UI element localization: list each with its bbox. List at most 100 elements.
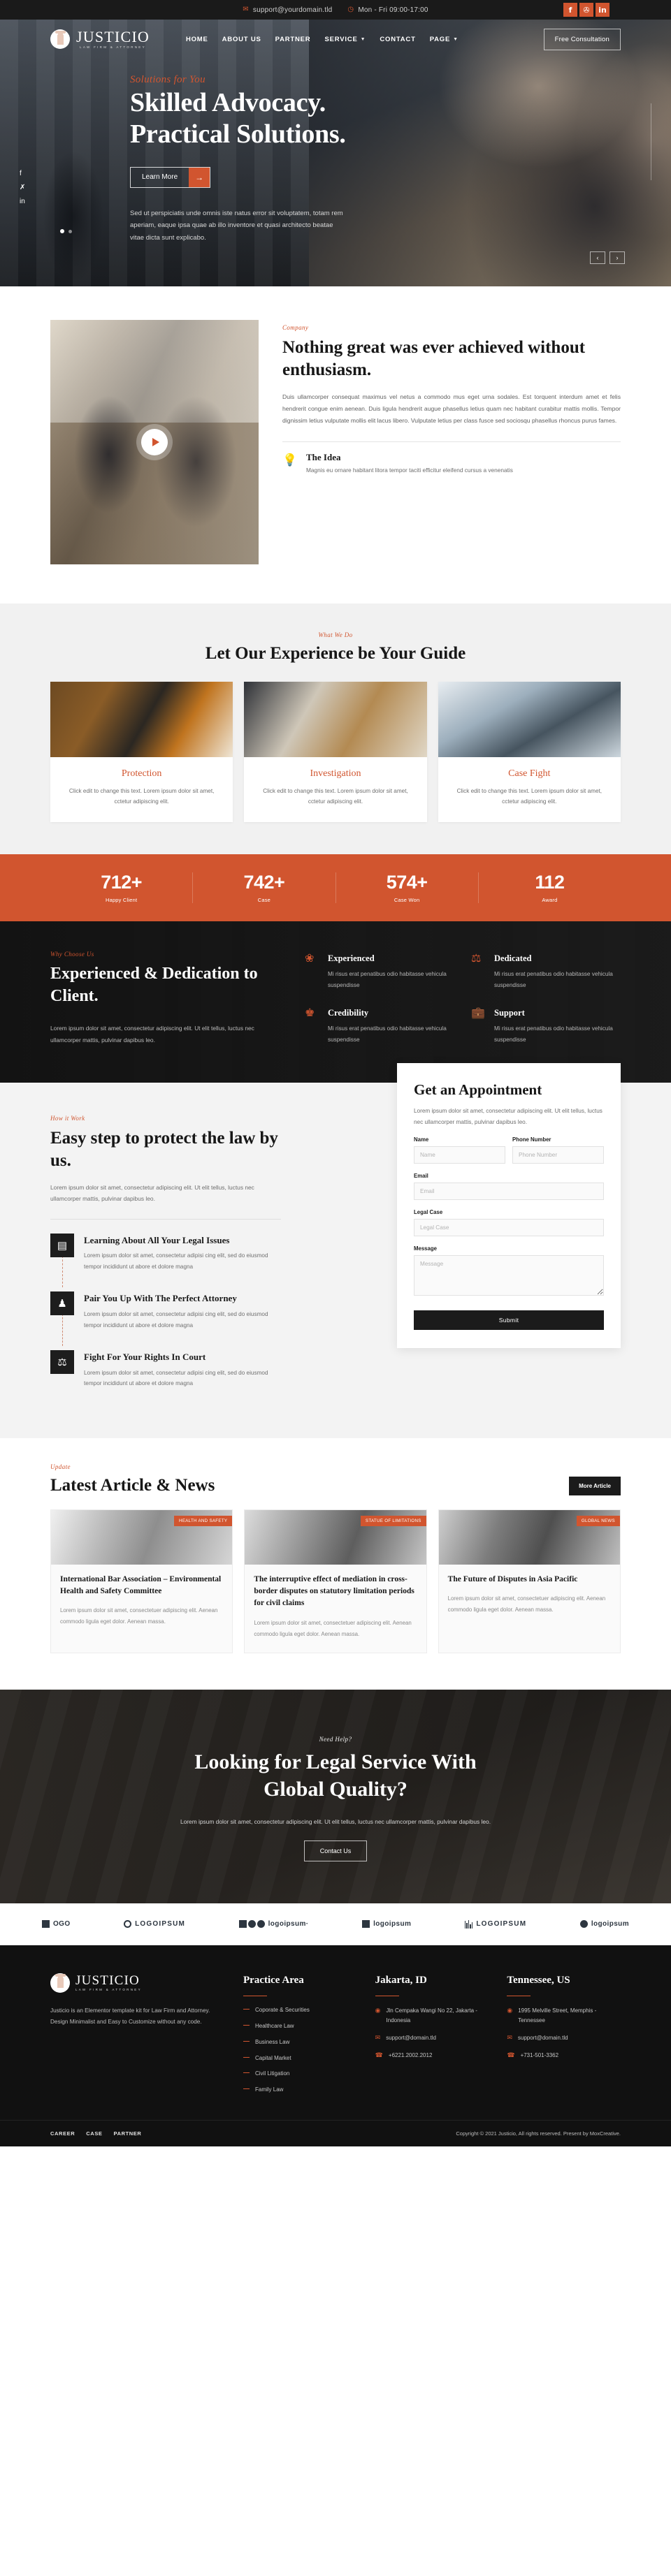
about-media [50,320,259,564]
field-phone: Phone Number [512,1136,604,1164]
phone-input[interactable] [512,1146,604,1164]
about-section: Company Nothing great was ever achieved … [0,286,671,603]
email-text: support@domain.tld [386,2035,436,2042]
nav-item-partner[interactable]: PARTNER [275,36,311,43]
logo-label: logoipsum [373,1920,412,1929]
page-icon [362,1920,370,1929]
legal-case-input[interactable] [414,1219,604,1237]
brand-mark-icon [50,1973,70,1993]
feature-title: Experienced [328,953,375,964]
brand-logo[interactable]: JUSTICIO LAW FIRM & ATTORNEY [50,29,150,50]
play-button-icon[interactable] [141,429,168,455]
twitter-icon[interactable]: ✇ [579,3,593,17]
linkedin-icon[interactable]: in [596,3,609,17]
article-card[interactable]: STATUE OF LIMITATIONS The interruptive e… [244,1509,427,1653]
facebook-icon[interactable]: f [20,170,25,177]
brand-name: JUSTICIO [76,27,150,45]
nav-label: CONTACT [380,35,416,43]
stat-value: 112 [535,872,565,893]
slider-dot[interactable] [68,229,72,233]
dash-icon [243,2009,250,2010]
logo-item: LOGOIPSUM [464,1919,526,1929]
email-text: support@domain.tld [517,2035,568,2042]
name-input[interactable] [414,1146,505,1164]
feature-text: Mi risus erat penatibus odio habitasse v… [494,971,613,989]
divider [50,1218,281,1220]
hero-paragraph: Sed ut perspiciatis unde omnis iste natu… [130,209,343,242]
nav-item-about-us[interactable]: ABOUT US [222,36,261,43]
free-consultation-button[interactable]: Free Consultation [543,28,621,50]
hero-learn-more-button[interactable]: Learn More → [130,166,211,188]
why-features: ❀ Experienced Mi risus erat penatibus od… [305,951,621,1046]
nav-item-service[interactable]: SERVICE ▼ [324,36,366,43]
how-it-works-section: How it Work Easy step to protect the law… [0,1063,671,1438]
top-bar-email[interactable]: ✉ support@yourdomain.tld [243,6,332,14]
contact-us-button[interactable]: Contact Us [303,1840,368,1861]
message-textarea[interactable] [414,1255,604,1296]
footer-email[interactable]: ✉ support@domain.tld [507,2033,621,2043]
main-header: JUSTICIO LAW FIRM & ATTORNEY HOME ABOUT … [0,20,671,59]
email-input[interactable] [414,1183,604,1201]
footer-practice-link[interactable]: Coporate & Securities [243,2006,357,2015]
footer-email[interactable]: ✉ support@domain.tld [375,2033,489,2043]
article-card[interactable]: HEALTH AND SAFETY International Bar Asso… [50,1509,233,1653]
hero-side-social: f ✗ in [20,170,25,205]
hero-title: Skilled Advocacy. Practical Solutions. [130,87,433,150]
footer-practice-link[interactable]: Healthcare Law [243,2022,357,2031]
field-legal-case: Legal Case [414,1209,604,1237]
footer-link-partner[interactable]: PARTNER [114,2130,142,2137]
map-pin-icon: ◉ [507,2007,513,2014]
service-card[interactable]: Investigation Click edit to change this … [244,682,427,823]
stat-value: 574+ [386,872,428,893]
service-card[interactable]: Case Fight Click edit to change this tex… [438,682,621,823]
footer-link-career[interactable]: CAREER [50,2130,75,2137]
footer-phone[interactable]: ☎ +6221.2002.2012 [375,2051,489,2061]
more-article-button[interactable]: More Article [569,1476,621,1495]
footer-logo[interactable]: JUSTICIO LAW FIRM & ATTORNEY [50,1973,225,1993]
field-message: Message [414,1245,604,1299]
phone-text: +731-501-3362 [520,2052,559,2059]
about-idea-block: 💡 The Idea Magnis eu ornare habitant lit… [282,452,621,476]
about-body: Company Nothing great was ever achieved … [282,320,621,564]
phone-icon: ☎ [507,2051,515,2059]
footer-practice-link[interactable]: Capital Market [243,2054,357,2063]
scales-icon: ⚖ [471,953,482,965]
submit-button[interactable]: Submit [414,1310,604,1331]
dash-icon [243,2024,250,2026]
slider-next-icon[interactable]: › [609,251,625,264]
copyright-text: Copyright © 2021 Justicio, All rights re… [456,2130,621,2137]
article-card[interactable]: GLOBAL NEWS The Future of Disputes in As… [438,1509,621,1653]
footer-practice-link[interactable]: Civil Litigation [243,2070,357,2079]
slider-prev-icon[interactable]: ‹ [590,251,605,264]
cta-paragraph: Lorem ipsum dolor sit amet, consectetur … [180,1817,491,1825]
footer-practice-link[interactable]: Family Law [243,2086,357,2095]
service-card[interactable]: Protection Click edit to change this tex… [50,682,233,823]
services-eyebrow: What We Do [318,631,353,638]
stat-item: 712+ Happy Client [50,872,194,904]
twitter-icon[interactable]: ✗ [20,184,25,191]
link-label: Capital Market [255,2054,291,2061]
linkedin-icon[interactable]: in [20,198,25,205]
nav-item-home[interactable]: HOME [186,36,208,43]
feature-item: ❀ Experienced Mi risus erat penatibus od… [305,953,454,992]
logo-label: LOGOIPSUM [135,1920,186,1929]
logo-item: logoipsum [362,1920,412,1929]
hero-title-line-2: Practical Solutions. [130,119,346,149]
footer-link-case[interactable]: CASE [86,2130,102,2137]
cta-eyebrow: Need Help? [319,1735,352,1743]
link-label: Business Law [255,2038,290,2045]
hero-content: Solutions for You Skilled Advocacy. Prac… [0,59,433,244]
nav-item-page[interactable]: PAGE ▼ [430,36,459,43]
footer-phone[interactable]: ☎ +731-501-3362 [507,2051,621,2061]
phone-icon: ☎ [375,2051,383,2059]
footer-practice-link[interactable]: Business Law [243,2038,357,2047]
slider-dot-active[interactable] [60,229,64,233]
step-title: Learning About All Your Legal Issues [84,1234,230,1245]
hero-title-line-1: Skilled Advocacy. [130,88,326,117]
nav-item-contact[interactable]: CONTACT [380,36,415,43]
shapes-icon [238,1920,265,1929]
top-bar-email-text: support@yourdomain.tld [252,6,333,14]
hero-slider-dots[interactable] [60,229,72,233]
cta-title: Looking for Legal Service With Global Qu… [50,1748,621,1803]
facebook-icon[interactable]: f [563,3,577,17]
